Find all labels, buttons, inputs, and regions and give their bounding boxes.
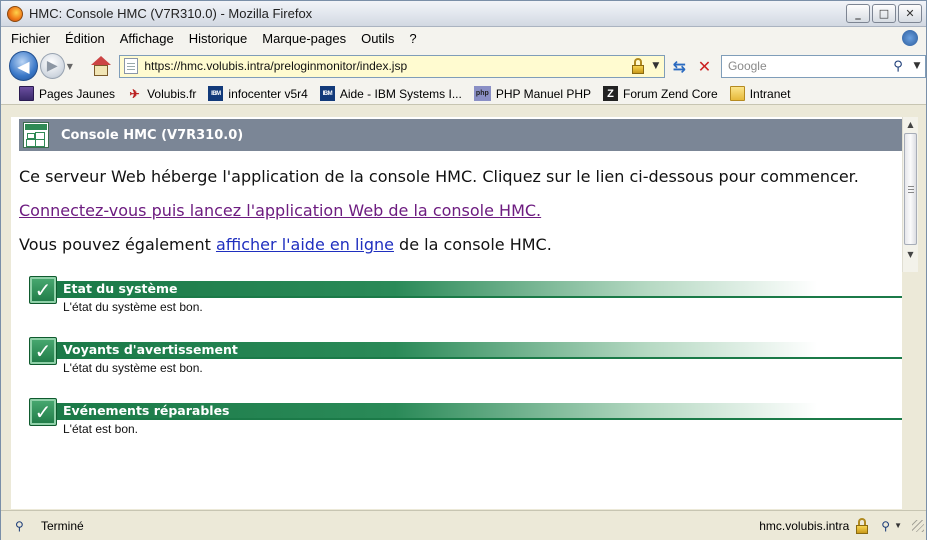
ibm-icon: IBM (208, 86, 224, 101)
bookmark-infocenter[interactable]: IBM infocenter v5r4 (208, 86, 308, 101)
home-icon[interactable] (90, 55, 112, 77)
stop-icon[interactable]: ✕ (694, 55, 715, 77)
status-message: L'état du système est bon. (63, 300, 203, 314)
zoom-icon[interactable]: ⚲ (881, 519, 890, 533)
scrollbar-thumb[interactable] (904, 133, 917, 245)
check-icon: ✓ (29, 337, 57, 365)
menu-fichier[interactable]: Fichier (11, 31, 50, 46)
bookmark-label: infocenter v5r4 (228, 86, 308, 101)
resize-grip-icon[interactable] (912, 519, 924, 532)
banner-title: Console HMC (V7R310.0) (61, 127, 244, 143)
reload-icon[interactable]: ⇆ (669, 55, 690, 77)
help-line: Vous pouvez également afficher l'aide en… (19, 235, 552, 254)
bookmark-volubis[interactable]: ✈ Volubis.fr (127, 86, 197, 101)
window-controls: _ □ ✕ (846, 4, 922, 23)
online-help-link[interactable]: afficher l'aide en ligne (216, 235, 394, 254)
bookmark-label: Intranet (749, 86, 791, 101)
throbber-icon (902, 30, 918, 46)
lock-icon[interactable] (631, 58, 645, 74)
check-icon: ✓ (29, 276, 57, 304)
help-suffix: de la console HMC. (393, 235, 552, 254)
close-button[interactable]: ✕ (898, 4, 922, 23)
search-box[interactable]: Google ⚲ ▼ (720, 54, 926, 78)
check-icon: ✓ (29, 398, 57, 426)
scroll-up-icon[interactable]: ▲ (903, 117, 918, 131)
ibm-icon: IBM (319, 86, 335, 101)
status-message: L'état du système est bon. (63, 361, 203, 375)
navigation-toolbar: ◀ ▶ ▼ https://hmc.volubis.intra/prelogin… (1, 49, 926, 83)
bookmark-label: PHP Manuel PHP (495, 86, 591, 101)
title-bar: HMC: Console HMC (V7R310.0) - Mozilla Fi… (1, 1, 926, 27)
vertical-scrollbar[interactable]: ▲ ▼ (902, 117, 918, 272)
bookmarks-toolbar: Pages Jaunes ✈ Volubis.fr IBM infocenter… (1, 83, 926, 105)
help-prefix: Vous pouvez également (19, 235, 216, 254)
launch-console-link[interactable]: Connectez-vous puis lancez l'application… (19, 201, 541, 220)
arrow-right-icon: ▶ (46, 58, 58, 74)
status-host: hmc.volubis.intra (759, 518, 850, 533)
minimize-button[interactable]: _ (846, 4, 870, 23)
status-title: Voyants d'avertissement (63, 342, 238, 357)
menu-outils[interactable]: Outils (361, 31, 394, 46)
menu-help[interactable]: ? (409, 31, 416, 46)
search-icon[interactable]: ⚲ (887, 59, 909, 74)
lock-icon[interactable] (855, 517, 869, 534)
book-icon (19, 86, 34, 101)
search-icon[interactable]: ⚲ (15, 519, 31, 533)
search-input[interactable]: Google (728, 59, 887, 73)
search-dropdown-icon[interactable]: ▼ (909, 61, 925, 71)
hmc-banner: Console HMC (V7R310.0) (19, 119, 902, 151)
scroll-down-icon[interactable]: ▼ (903, 247, 918, 261)
url-input[interactable]: https://hmc.volubis.intra/preloginmonito… (144, 59, 631, 73)
maximize-button[interactable]: □ (872, 4, 896, 23)
intro-text: Ce serveur Web héberge l'application de … (19, 167, 859, 186)
firefox-icon (7, 5, 23, 22)
bookmark-label: Volubis.fr (147, 86, 197, 101)
bookmark-label: Pages Jaunes (39, 86, 116, 101)
bookmark-intranet[interactable]: Intranet (729, 86, 791, 101)
zend-icon: Z (603, 86, 618, 101)
menu-marque-pages[interactable]: Marque-pages (262, 31, 346, 46)
status-message: L'état est bon. (63, 422, 139, 436)
bookmark-pages-jaunes[interactable]: Pages Jaunes (19, 86, 115, 101)
status-header: Evénements réparables (57, 403, 902, 420)
bookmark-php[interactable]: php PHP Manuel PHP (473, 86, 591, 101)
url-dropdown-icon[interactable]: ▼ (648, 61, 664, 71)
bookmark-zend[interactable]: Z Forum Zend Core (603, 86, 718, 101)
zoom-dropdown-icon[interactable]: ▼ (894, 521, 902, 530)
url-bar[interactable]: https://hmc.volubis.intra/preloginmonito… (119, 54, 665, 78)
folder-icon (729, 86, 745, 101)
menu-edition[interactable]: Édition (65, 31, 105, 46)
hmc-console-icon (23, 122, 49, 148)
back-button[interactable]: ◀ (9, 51, 38, 81)
history-dropdown-icon[interactable]: ▼ (67, 62, 77, 71)
page-content: Console HMC (V7R310.0) Ce serveur Web hé… (11, 117, 902, 509)
volubis-icon: ✈ (129, 86, 140, 101)
window-title: HMC: Console HMC (V7R310.0) - Mozilla Fi… (29, 6, 313, 21)
menu-bar: Fichier Édition Affichage Historique Mar… (1, 27, 926, 49)
status-header: Voyants d'avertissement (57, 342, 902, 359)
page-icon (124, 58, 139, 74)
menu-historique[interactable]: Historique (189, 31, 248, 46)
status-bar: ⚲ Terminé hmc.volubis.intra ⚲ ▼ (1, 510, 926, 540)
arrow-left-icon: ◀ (17, 56, 30, 76)
bookmark-aide-ibm[interactable]: IBM Aide - IBM Systems I... (319, 86, 462, 101)
browser-window: HMC: Console HMC (V7R310.0) - Mozilla Fi… (0, 0, 927, 540)
status-title: Etat du système (63, 281, 178, 296)
status-title: Evénements réparables (63, 403, 230, 418)
bookmark-label: Aide - IBM Systems I... (339, 86, 462, 101)
bookmark-label: Forum Zend Core (623, 86, 718, 101)
forward-button[interactable]: ▶ (39, 53, 65, 79)
php-icon: php (473, 86, 491, 101)
status-header: Etat du système (57, 281, 902, 298)
menu-affichage[interactable]: Affichage (120, 31, 174, 46)
status-text: Terminé (41, 518, 84, 533)
grip-icon (907, 185, 914, 193)
